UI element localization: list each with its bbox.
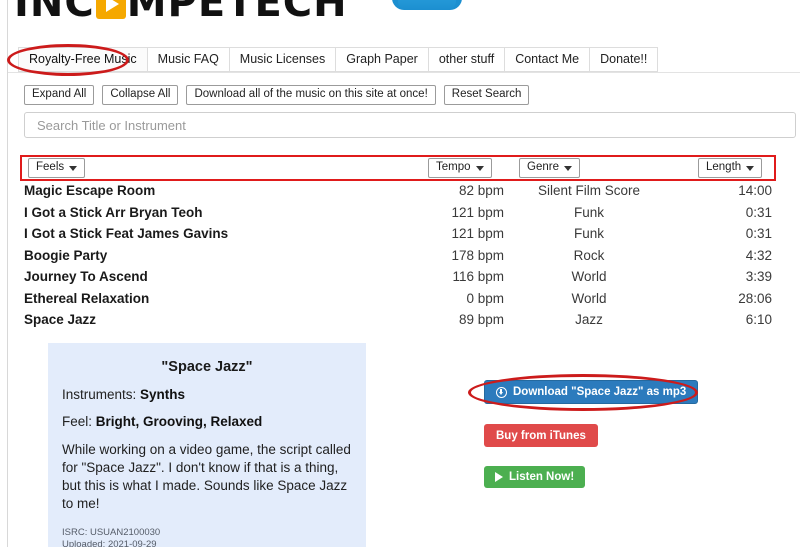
table-row[interactable]: Magic Escape Room 82 bpm Silent Film Sco…	[24, 180, 772, 202]
track-genre: Rock	[573, 247, 605, 263]
logo-text-after: MPETECH	[126, 0, 348, 26]
filter-genre-label: Genre	[527, 161, 559, 174]
track-title: Ethereal Relaxation	[24, 290, 150, 306]
page-gutter	[7, 0, 8, 547]
collapse-all-button[interactable]: Collapse All	[102, 85, 179, 105]
track-genre: World	[571, 269, 607, 285]
track-length: 6:10	[745, 312, 772, 328]
filter-feels-label: Feels	[36, 161, 65, 174]
detail-description: While working on a video game, the scrip…	[62, 442, 351, 511]
download-mp3-label: Download "Space Jazz" as mp3	[513, 386, 687, 398]
track-detail-panel: "Space Jazz" Instruments: Synths Feel: B…	[48, 343, 366, 547]
nav-tab-royalty-free-music[interactable]: Royalty-Free Music	[18, 47, 148, 72]
site-logo[interactable]: INC MPETECH	[14, 0, 348, 24]
detail-instruments-label: Instruments:	[62, 387, 137, 402]
filter-length-label: Length	[706, 161, 742, 174]
listen-now-label: Listen Now!	[509, 471, 575, 483]
chevron-down-icon	[746, 165, 755, 171]
filter-length-dropdown[interactable]: Length	[698, 158, 763, 178]
track-title: Boogie Party	[24, 247, 108, 263]
track-length: 0:31	[745, 204, 772, 220]
chevron-down-icon	[563, 165, 572, 171]
table-row-selected[interactable]: Space Jazz 89 bpm Jazz 6:10	[24, 309, 772, 331]
play-icon	[95, 0, 126, 19]
main-navigation: Royalty-Free Music Music FAQ Music Licen…	[18, 47, 659, 72]
track-length: 4:32	[745, 247, 772, 263]
track-bpm: 121 bpm	[451, 226, 504, 242]
track-length: 28:06	[738, 290, 772, 306]
page-root: INC MPETECH Royalty-Free Music Music FAQ…	[0, 0, 800, 547]
nav-tab-donate[interactable]: Donate!!	[590, 47, 659, 72]
detail-feel-value: Bright, Grooving, Relaxed	[95, 414, 263, 429]
download-circle-icon	[496, 386, 507, 398]
track-length: 0:31	[745, 226, 772, 242]
table-row[interactable]: I Got a Stick Feat James Gavins 121 bpm …	[24, 223, 772, 245]
table-row[interactable]: Boogie Party 178 bpm Rock 4:32	[24, 245, 772, 267]
track-length: 3:39	[745, 269, 772, 285]
filter-row: Feels Tempo Genre Length	[20, 156, 776, 180]
nav-tab-music-licenses[interactable]: Music Licenses	[229, 47, 337, 72]
track-title: Space Jazz	[24, 312, 97, 328]
detail-track-title: "Space Jazz"	[161, 359, 253, 375]
listen-now-button[interactable]: Listen Now!	[484, 466, 586, 488]
search-box[interactable]	[24, 112, 796, 138]
nav-tab-other-stuff[interactable]: other stuff	[428, 47, 506, 72]
track-title: Journey To Ascend	[24, 269, 148, 285]
expand-all-button[interactable]: Expand All	[24, 85, 95, 105]
track-bpm: 89 bpm	[458, 312, 504, 328]
track-genre: Funk	[573, 226, 604, 242]
filter-tempo-label: Tempo	[436, 161, 471, 174]
nav-tab-graph-paper[interactable]: Graph Paper	[336, 47, 429, 72]
play-icon	[495, 472, 503, 482]
nav-tab-music-faq[interactable]: Music FAQ	[147, 47, 230, 72]
detail-uploaded: Uploaded: 2021-09-29	[62, 539, 157, 547]
track-title: I Got a Stick Arr Bryan Teoh	[24, 204, 203, 220]
track-bpm: 121 bpm	[451, 204, 504, 220]
logo-text-before: INC	[14, 0, 95, 26]
nav-tab-contact-me[interactable]: Contact Me	[505, 47, 591, 72]
detail-instruments-value: Synths	[140, 387, 186, 402]
track-genre: World	[571, 290, 607, 306]
search-input[interactable]	[35, 116, 785, 134]
track-title: Magic Escape Room	[24, 183, 156, 199]
table-row[interactable]: I Got a Stick Arr Bryan Teoh 121 bpm Fun…	[24, 202, 772, 224]
track-bpm: 0 bpm	[466, 290, 504, 306]
reset-search-button[interactable]: Reset Search	[443, 85, 530, 105]
track-length: 14:00	[738, 183, 772, 199]
download-all-button[interactable]: Download all of the music on this site a…	[186, 85, 436, 105]
track-table: Magic Escape Room 82 bpm Silent Film Sco…	[24, 180, 772, 331]
action-toolbar: Expand All Collapse All Download all of …	[24, 85, 530, 105]
detail-instruments: Instruments: Synths	[62, 387, 352, 402]
track-bpm: 178 bpm	[451, 247, 504, 263]
table-row[interactable]: Journey To Ascend 116 bpm World 3:39	[24, 266, 772, 288]
detail-feel-label: Feel:	[62, 414, 93, 429]
chevron-down-icon	[69, 165, 78, 171]
nav-divider	[8, 72, 800, 73]
table-row[interactable]: Ethereal Relaxation 0 bpm World 28:06	[24, 288, 772, 310]
filter-tempo-dropdown[interactable]: Tempo	[428, 158, 492, 178]
download-mp3-button[interactable]: Download "Space Jazz" as mp3	[484, 380, 699, 404]
filter-genre-dropdown[interactable]: Genre	[519, 158, 580, 178]
track-title: I Got a Stick Feat James Gavins	[24, 226, 229, 242]
top-blue-button[interactable]	[392, 0, 462, 10]
track-genre: Funk	[573, 204, 604, 220]
track-bpm: 116 bpm	[452, 269, 504, 285]
buy-from-itunes-button[interactable]: Buy from iTunes	[484, 424, 598, 447]
detail-feel: Feel: Bright, Grooving, Relaxed	[62, 414, 352, 429]
chevron-down-icon	[475, 165, 484, 171]
detail-isrc: ISRC: USUAN2100030	[62, 527, 161, 538]
track-bpm: 82 bpm	[458, 183, 504, 199]
filter-feels-dropdown[interactable]: Feels	[28, 158, 86, 178]
track-genre: Silent Film Score	[537, 183, 641, 199]
track-genre: Jazz	[575, 312, 603, 328]
